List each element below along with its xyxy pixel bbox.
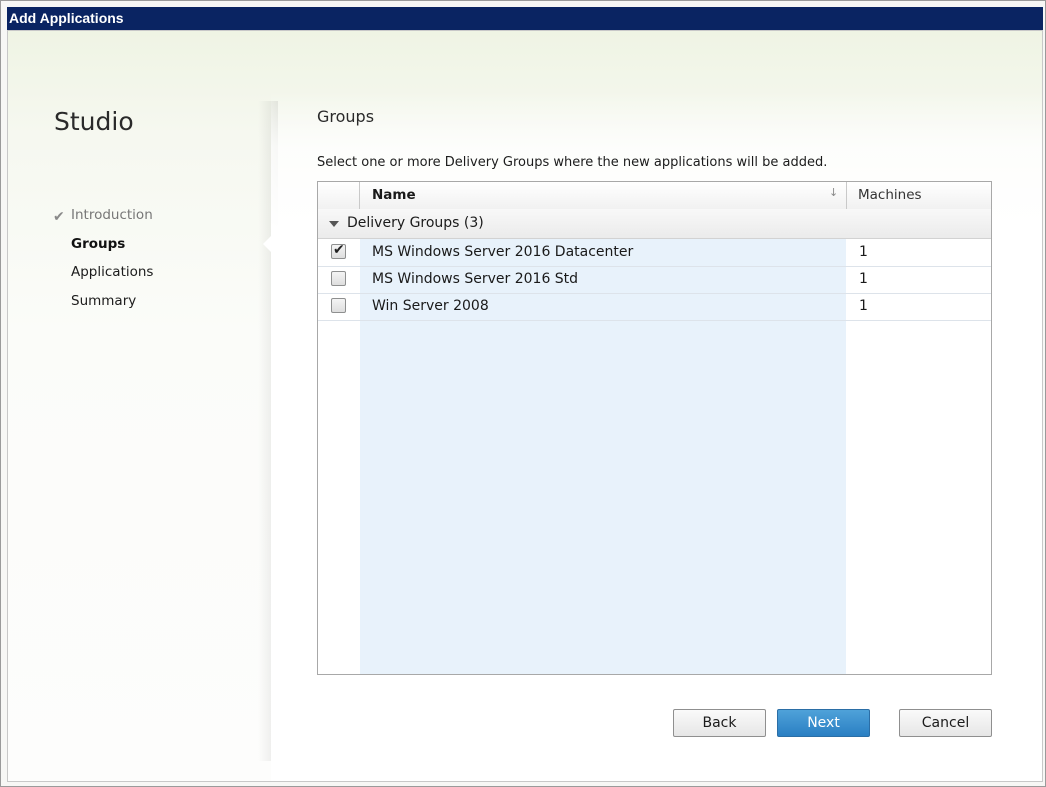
checkmark-icon: ✔ xyxy=(53,209,65,225)
back-button[interactable]: Back xyxy=(673,709,766,737)
column-divider xyxy=(359,182,360,209)
checkmark-icon: ✔ xyxy=(333,242,345,258)
studio-title: Studio xyxy=(54,107,134,136)
instruction-text: Select one or more Delivery Groups where… xyxy=(317,155,828,170)
group-header-row[interactable]: Delivery Groups (3) xyxy=(318,209,991,239)
nav-step-introduction[interactable]: Introduction xyxy=(71,207,153,223)
row-name: Win Server 2008 xyxy=(372,298,489,314)
row-machines: 1 xyxy=(859,244,868,260)
row-machines: 1 xyxy=(859,271,868,287)
row-checkbox[interactable] xyxy=(331,271,346,286)
add-applications-window: Add Applications Studio ✔ Introduction G… xyxy=(0,0,1046,787)
wizard-nav-panel: Studio ✔ Introduction Groups Application… xyxy=(8,31,270,781)
active-step-pointer xyxy=(263,235,272,253)
cancel-button[interactable]: Cancel xyxy=(899,709,992,737)
next-button[interactable]: Next xyxy=(777,709,870,737)
wizard-client-area: Studio ✔ Introduction Groups Application… xyxy=(7,30,1043,782)
column-divider[interactable] xyxy=(846,182,847,209)
column-header-machines[interactable]: Machines xyxy=(858,187,922,203)
group-label: Delivery Groups (3) xyxy=(347,215,484,231)
sort-down-arrow-icon: ↓ xyxy=(829,186,839,199)
row-checkbox[interactable]: ✔ xyxy=(331,242,346,259)
row-checkbox[interactable] xyxy=(331,298,346,313)
column-header-name[interactable]: Name xyxy=(372,187,416,203)
table-row[interactable]: Win Server 2008 1 xyxy=(318,293,991,321)
window-title: Add Applications xyxy=(7,7,1043,30)
table-row[interactable]: MS Windows Server 2016 Std 1 xyxy=(318,266,991,294)
delivery-groups-table: Name ↓ Machines Delivery Groups (3) ✔ MS… xyxy=(317,181,992,675)
row-machines: 1 xyxy=(859,298,868,314)
nav-step-groups[interactable]: Groups xyxy=(71,236,125,252)
expand-triangle-icon[interactable] xyxy=(329,221,339,227)
table-header: Name ↓ Machines xyxy=(318,182,991,210)
row-name: MS Windows Server 2016 Datacenter xyxy=(372,244,634,260)
nav-step-summary[interactable]: Summary xyxy=(71,293,136,309)
row-name: MS Windows Server 2016 Std xyxy=(372,271,579,287)
table-row[interactable]: ✔ MS Windows Server 2016 Datacenter 1 xyxy=(318,239,991,267)
nav-step-applications[interactable]: Applications xyxy=(71,264,153,280)
page-title: Groups xyxy=(317,107,375,126)
